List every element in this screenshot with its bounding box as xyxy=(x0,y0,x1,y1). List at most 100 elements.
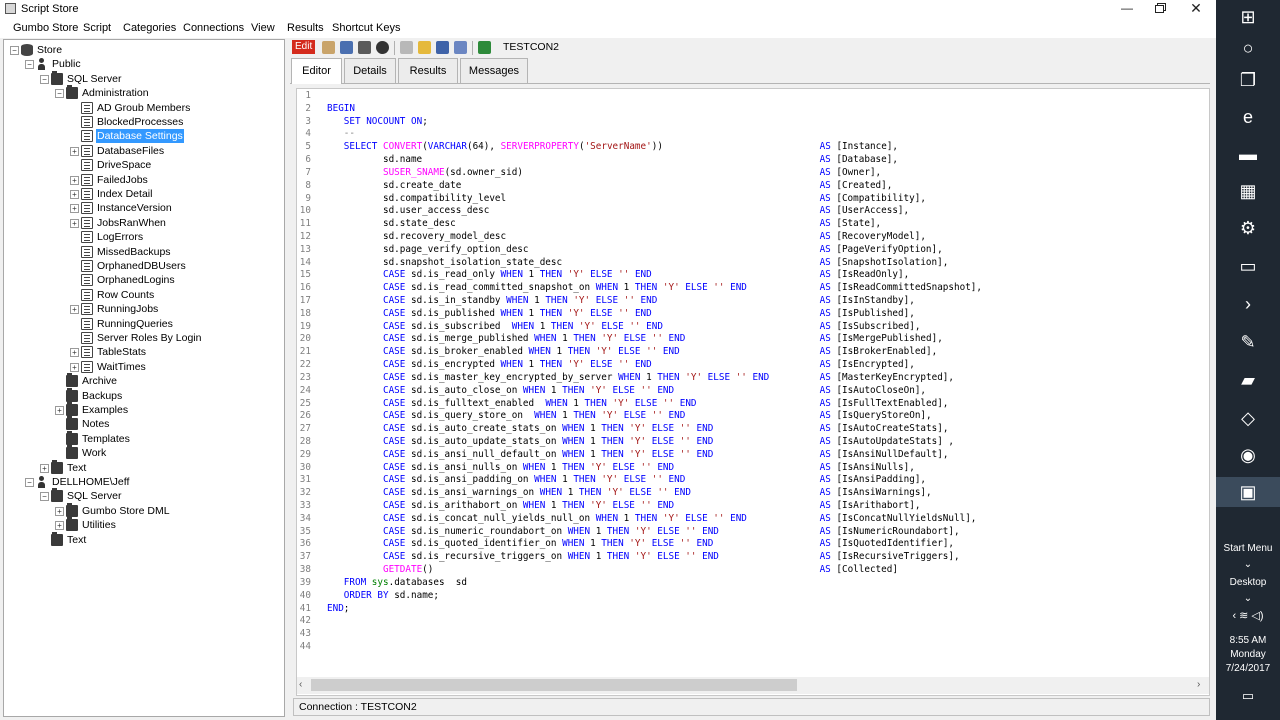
code-line[interactable]: 10 sd.user_access_desc AS [UserAccess], xyxy=(297,205,1209,218)
code-text[interactable]: CASE sd.is_quoted_identifier_on WHEN 1 T… xyxy=(327,538,954,551)
scroll-right-icon[interactable]: › xyxy=(1197,679,1200,690)
expand-icon[interactable]: + xyxy=(70,204,79,214)
expand-icon[interactable]: + xyxy=(70,218,79,228)
code-line[interactable]: 5 SELECT CONVERT(VARCHAR(64), SERVERPROP… xyxy=(297,141,1209,154)
code-text[interactable]: sd.page_verify_option_desc AS [PageVerif… xyxy=(327,244,943,257)
tree-node-label[interactable]: OrphanedLogins xyxy=(96,273,176,287)
tree-node[interactable]: + InstanceVersion xyxy=(4,201,284,215)
code-line[interactable]: 17 CASE sd.is_in_standby WHEN 1 THEN 'Y'… xyxy=(297,295,1209,308)
edit-mode-badge[interactable]: Edit xyxy=(292,40,316,54)
tree-node-label[interactable]: Text xyxy=(66,533,87,547)
tree-node[interactable]: + Index Detail xyxy=(4,187,284,201)
close-button[interactable]: ✕ xyxy=(1181,0,1211,18)
stop-icon[interactable] xyxy=(376,41,389,54)
print-icon[interactable] xyxy=(400,41,413,54)
code-text[interactable]: CASE sd.is_published WHEN 1 THEN 'Y' ELS… xyxy=(327,308,915,321)
tree-node-label[interactable]: JobsRanWhen xyxy=(96,216,167,230)
tree-node-label[interactable]: Text xyxy=(66,461,87,475)
menu-shortcut-keys[interactable]: Shortcut Keys xyxy=(332,22,400,34)
tree-node[interactable]: Archive xyxy=(4,373,284,388)
tree-node[interactable]: − Administration xyxy=(4,85,284,100)
open-folder-icon[interactable] xyxy=(418,41,431,54)
code-line[interactable]: 43 xyxy=(297,628,1209,641)
code-text[interactable]: SET NOCOUNT ON; xyxy=(327,116,428,129)
tool-app-icon[interactable]: ✎ xyxy=(1233,327,1263,357)
code-text[interactable]: CASE sd.is_encrypted WHEN 1 THEN 'Y' ELS… xyxy=(327,359,915,372)
tree-node-label[interactable]: InstanceVersion xyxy=(96,201,173,215)
scroll-left-icon[interactable]: ‹ xyxy=(299,679,302,690)
tree-node[interactable]: Server Roles By Login xyxy=(4,331,284,345)
code-text[interactable]: sd.name AS [Database], xyxy=(327,154,898,167)
desktop-label[interactable]: Desktop xyxy=(1216,577,1280,588)
code-line[interactable]: 2 BEGIN xyxy=(297,103,1209,116)
tree-node[interactable]: + Gumbo Store DML xyxy=(4,502,284,518)
cortana-icon[interactable]: ○ xyxy=(1233,33,1263,63)
collapse-icon[interactable]: − xyxy=(25,60,34,70)
new-script-icon[interactable] xyxy=(322,41,335,54)
scrollbar-thumb[interactable] xyxy=(311,679,797,691)
expand-icon[interactable]: + xyxy=(55,521,64,531)
expand-icon[interactable]: + xyxy=(70,348,79,358)
expand-icon[interactable]: + xyxy=(55,506,64,516)
tree-node[interactable]: LogErrors xyxy=(4,230,284,244)
tree-node-label[interactable]: Backups xyxy=(81,389,123,403)
tree-node[interactable]: Templates xyxy=(4,430,284,446)
tree-node[interactable]: Work xyxy=(4,445,284,460)
system-tray-icons[interactable]: ‹ ≋ ◁) xyxy=(1216,609,1280,622)
menu-script[interactable]: Script xyxy=(83,22,111,34)
code-line[interactable]: 6 sd.name AS [Database], xyxy=(297,154,1209,167)
code-line[interactable]: 41 END; xyxy=(297,603,1209,616)
code-line[interactable]: 30 CASE sd.is_ansi_nulls_on WHEN 1 THEN … xyxy=(297,462,1209,475)
tree-node-label[interactable]: LogErrors xyxy=(96,230,144,244)
code-text[interactable]: CASE sd.is_arithabort_on WHEN 1 THEN 'Y'… xyxy=(327,500,920,513)
code-text[interactable]: CASE sd.is_auto_close_on WHEN 1 THEN 'Y'… xyxy=(327,385,926,398)
code-line[interactable]: 28 CASE sd.is_auto_update_stats_on WHEN … xyxy=(297,436,1209,449)
settings-icon[interactable]: ⚙ xyxy=(1233,213,1263,243)
code-text[interactable]: SELECT CONVERT(VARCHAR(64), SERVERPROPER… xyxy=(327,141,898,154)
code-text[interactable]: CASE sd.is_concat_null_yields_null_on WH… xyxy=(327,513,976,526)
tree-node[interactable]: + Utilities xyxy=(4,517,284,532)
code-text[interactable]: CASE sd.is_ansi_warnings_on WHEN 1 THEN … xyxy=(327,487,932,500)
title-bar[interactable]: Script Store — ✕ xyxy=(0,0,1216,18)
edge-icon[interactable]: e xyxy=(1233,102,1263,132)
tree-node[interactable]: Notes xyxy=(4,416,284,431)
tree-node[interactable]: + TableStats xyxy=(4,345,284,359)
code-line[interactable]: 42 xyxy=(297,615,1209,628)
tree-node[interactable]: + RunningJobs xyxy=(4,302,284,316)
code-editor[interactable]: 1 2 BEGIN 3 SET NOCOUNT ON; 4 -- 5 SELECT CON… xyxy=(296,88,1210,696)
tree-node[interactable]: RunningQueries xyxy=(4,317,284,331)
tree-node-label[interactable]: SQL Server xyxy=(66,72,122,86)
tree-node[interactable]: AD Groub Members xyxy=(4,101,284,115)
menu-view[interactable]: View xyxy=(251,22,275,34)
code-text[interactable]: CASE sd.is_subscribed WHEN 1 THEN 'Y' EL… xyxy=(327,321,920,334)
tree-node[interactable]: MissedBackups xyxy=(4,245,284,259)
code-line[interactable]: 3 SET NOCOUNT ON; xyxy=(297,116,1209,129)
code-text[interactable]: FROM sys.databases sd xyxy=(327,577,467,590)
tree-node-label[interactable]: FailedJobs xyxy=(96,173,149,187)
collapse-icon[interactable]: − xyxy=(10,46,19,55)
tree-node[interactable]: + DatabaseFiles xyxy=(4,144,284,158)
script-store-icon[interactable]: ▣ xyxy=(1216,477,1280,507)
expand-icon[interactable]: + xyxy=(70,190,79,199)
edit-pencil-icon[interactable] xyxy=(340,41,353,54)
menu-gumbo-store[interactable]: Gumbo Store xyxy=(13,22,78,34)
expand-icon[interactable]: + xyxy=(70,362,79,372)
visual-studio-icon[interactable]: ◇ xyxy=(1233,403,1263,433)
maximize-button[interactable] xyxy=(1144,0,1174,18)
code-line[interactable]: 32 CASE sd.is_ansi_warnings_on WHEN 1 TH… xyxy=(297,487,1209,500)
code-line[interactable]: 37 CASE sd.is_recursive_triggers_on WHEN… xyxy=(297,551,1209,564)
code-line[interactable]: 26 CASE sd.is_query_store_on WHEN 1 THEN… xyxy=(297,410,1209,423)
code-text[interactable]: CASE sd.is_in_standby WHEN 1 THEN 'Y' EL… xyxy=(327,295,915,308)
file-explorer-icon[interactable]: ▬ xyxy=(1233,139,1263,169)
tree-node-label[interactable]: BlockedProcesses xyxy=(96,115,184,129)
tree-node[interactable]: + FailedJobs xyxy=(4,173,284,187)
tree-node-label[interactable]: SQL Server xyxy=(66,489,122,503)
tree-node-label[interactable]: Examples xyxy=(81,403,129,417)
tree-node[interactable]: BlockedProcesses xyxy=(4,115,284,129)
code-text[interactable]: sd.compatibility_level AS [Compatibility… xyxy=(327,193,926,206)
expand-icon[interactable]: + xyxy=(70,305,79,315)
save-as-icon[interactable] xyxy=(454,41,467,54)
script-tree[interactable]: − Store − Public − SQL Server − Administration A… xyxy=(3,39,285,717)
collapse-icon[interactable]: − xyxy=(55,89,64,99)
tree-node-label[interactable]: TableStats xyxy=(96,345,147,359)
